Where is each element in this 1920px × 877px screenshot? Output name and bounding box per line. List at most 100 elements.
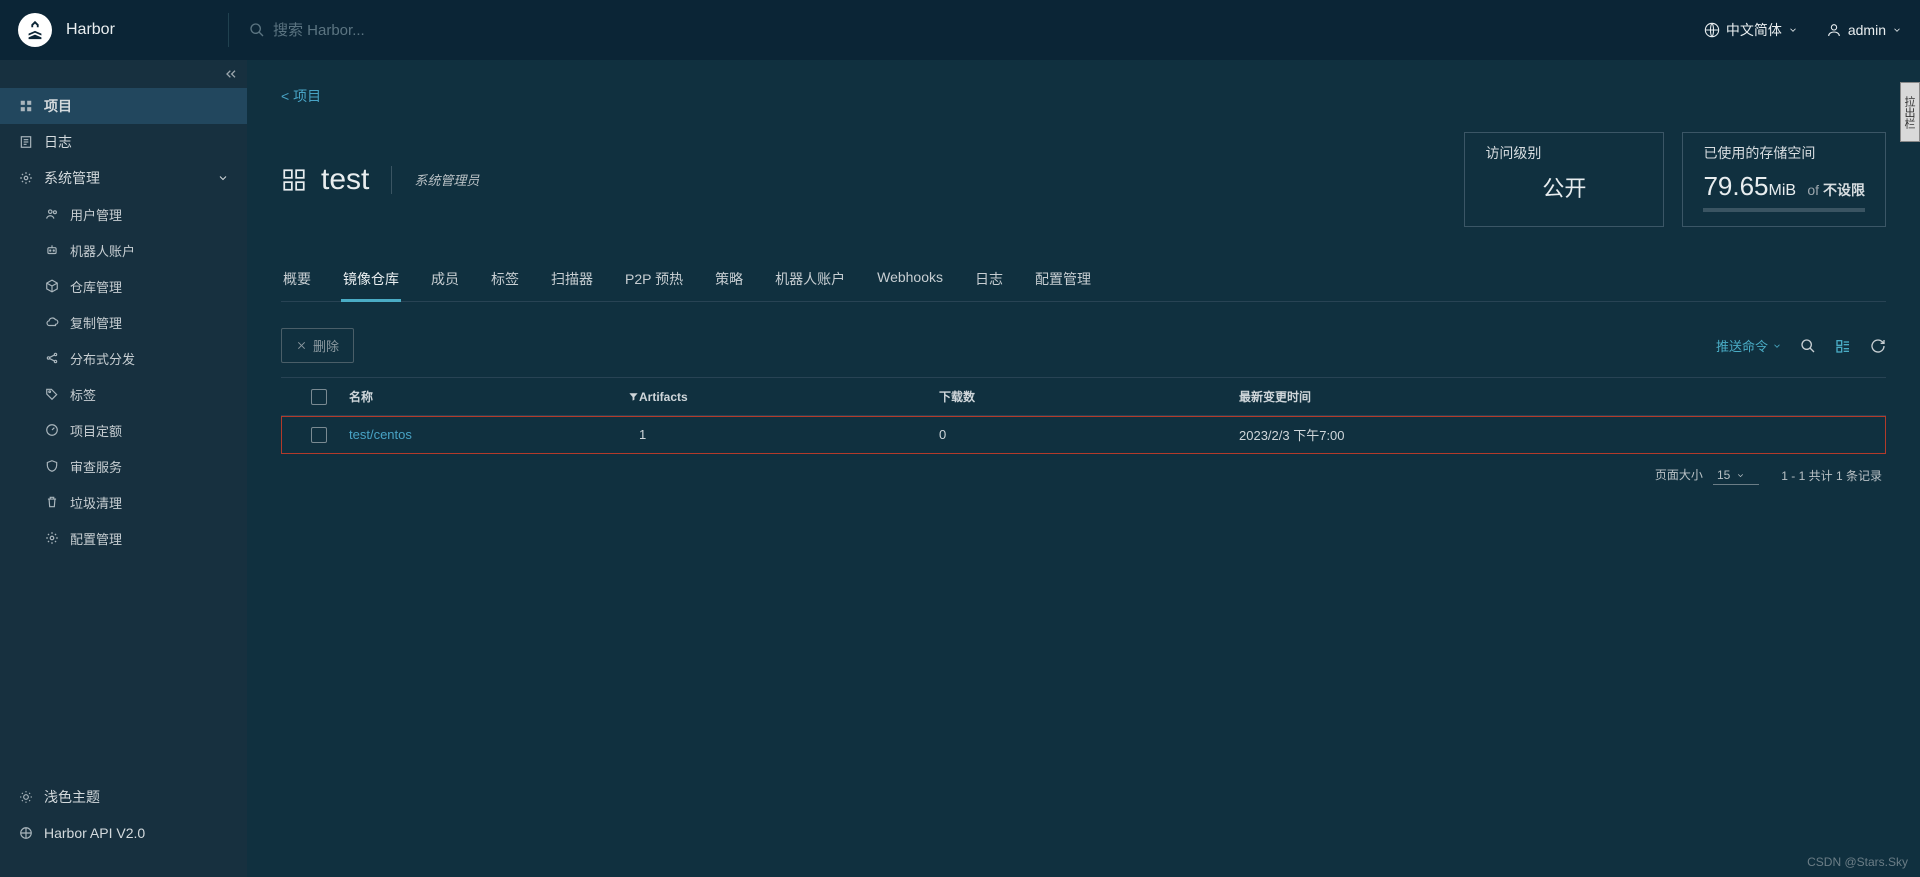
- page-size-select[interactable]: 15: [1713, 468, 1759, 485]
- sidebar-item-api[interactable]: Harbor API V2.0: [0, 815, 247, 851]
- tab-policy[interactable]: 策略: [713, 261, 745, 301]
- storage-bar: [1703, 208, 1865, 212]
- card-view-icon[interactable]: [1834, 338, 1852, 354]
- storage-of: of: [1807, 182, 1819, 198]
- access-level-card: 访问级别 公开: [1464, 132, 1664, 227]
- tab-scanner[interactable]: 扫描器: [549, 261, 595, 301]
- admin-icon: [18, 171, 34, 185]
- search-input[interactable]: [271, 21, 571, 40]
- table-row[interactable]: test/centos 1 0 2023/2/3 下午7:00: [281, 416, 1886, 454]
- sidebar-item-label: 项目定额: [70, 421, 122, 440]
- sidebar-item-administration[interactable]: 系统管理: [0, 160, 247, 196]
- sun-icon: [18, 790, 34, 804]
- search-icon: [249, 22, 265, 38]
- user-icon: [1826, 22, 1842, 38]
- language-switcher[interactable]: 中文简体: [1704, 20, 1798, 40]
- repo-link[interactable]: test/centos: [349, 427, 412, 442]
- language-label: 中文简体: [1726, 20, 1782, 40]
- tab-robots[interactable]: 机器人账户: [773, 261, 847, 301]
- product-name: Harbor: [66, 21, 115, 39]
- col-updated[interactable]: 最新变更时间: [1239, 388, 1311, 405]
- sidebar-item-replication[interactable]: 复制管理: [0, 304, 247, 340]
- sidebar-item-projects[interactable]: 项目: [0, 88, 247, 124]
- project-title: test: [281, 163, 369, 197]
- tab-webhooks[interactable]: Webhooks: [875, 261, 945, 301]
- col-artifacts[interactable]: Artifacts: [639, 390, 688, 404]
- sidebar-item-registries[interactable]: 仓库管理: [0, 268, 247, 304]
- user-menu[interactable]: admin: [1826, 22, 1902, 38]
- collapse-sidebar-icon[interactable]: [223, 66, 239, 82]
- user-label: admin: [1848, 22, 1886, 38]
- sidebar-item-label: 分布式分发: [70, 349, 135, 368]
- breadcrumb-back[interactable]: < 项目: [281, 88, 321, 104]
- filter-search-icon[interactable]: [1800, 338, 1816, 354]
- sidebar-item-label: 系统管理: [44, 168, 100, 188]
- header-separator: [228, 13, 229, 47]
- sidebar-item-users[interactable]: 用户管理: [0, 196, 247, 232]
- project-role: 系统管理员: [414, 170, 479, 189]
- watermark: CSDN @Stars.Sky: [1807, 855, 1908, 869]
- page-size-value: 15: [1717, 468, 1730, 482]
- push-command-dropdown[interactable]: 推送命令: [1716, 336, 1782, 355]
- tab-logs[interactable]: 日志: [973, 261, 1005, 301]
- robot-icon: [44, 243, 60, 257]
- app-header: Harbor 中文简体 admin: [0, 0, 1920, 60]
- tab-members[interactable]: 成员: [429, 261, 461, 301]
- sidebar-item-logs[interactable]: 日志: [0, 124, 247, 160]
- sidebar-item-distribution[interactable]: 分布式分发: [0, 340, 247, 376]
- tab-repositories[interactable]: 镜像仓库: [341, 261, 401, 302]
- row-artifacts: 1: [639, 427, 939, 442]
- select-all-checkbox[interactable]: [311, 389, 327, 405]
- tab-config[interactable]: 配置管理: [1033, 261, 1093, 301]
- storage-limit: 不设限: [1823, 182, 1865, 198]
- col-name[interactable]: 名称: [349, 388, 373, 405]
- cube-icon: [44, 279, 60, 293]
- sidebar-item-label: 机器人账户: [70, 241, 135, 260]
- api-icon: [18, 826, 34, 840]
- storage-unit: MiB: [1769, 182, 1797, 199]
- logs-icon: [18, 135, 34, 149]
- page-size-label: 页面大小: [1655, 468, 1703, 482]
- projects-icon: [18, 99, 34, 113]
- chevron-down-icon: [1772, 341, 1782, 351]
- brand[interactable]: Harbor: [18, 13, 208, 47]
- delete-button[interactable]: 删除: [281, 328, 354, 363]
- sidebar-item-labels[interactable]: 标签: [0, 376, 247, 412]
- user-group-icon: [44, 207, 60, 221]
- access-level-caption: 访问级别: [1485, 143, 1643, 163]
- main-content: < 项目 test 系统管理员 访问级别 公开 已使用的存储空间: [247, 60, 1920, 877]
- sidebar-item-label: 项目: [44, 96, 72, 116]
- filter-icon[interactable]: [628, 391, 639, 402]
- project-icon: [281, 167, 307, 193]
- sidebar-item-theme[interactable]: 浅色主题: [0, 779, 247, 815]
- trash-icon: [44, 495, 60, 509]
- table-header: 名称 Artifacts 下载数 最新变更时间: [281, 378, 1886, 416]
- sidebar-item-label: Harbor API V2.0: [44, 825, 145, 841]
- tab-summary[interactable]: 概要: [281, 261, 313, 301]
- sidebar-item-configuration[interactable]: 配置管理: [0, 520, 247, 556]
- sidebar-item-quotas[interactable]: 项目定额: [0, 412, 247, 448]
- col-downloads[interactable]: 下载数: [939, 388, 975, 405]
- tab-labels[interactable]: 标签: [489, 261, 521, 301]
- pagination: 页面大小 15 1 - 1 共计 1 条记录: [281, 454, 1886, 497]
- sidebar-item-gc[interactable]: 垃圾清理: [0, 484, 247, 520]
- refresh-icon[interactable]: [1870, 338, 1886, 354]
- tab-p2p[interactable]: P2P 预热: [623, 261, 685, 301]
- sidebar-item-label: 审查服务: [70, 457, 122, 476]
- project-tabs: 概要 镜像仓库 成员 标签 扫描器 P2P 预热 策略 机器人账户 Webhoo…: [281, 261, 1886, 302]
- chevron-down-icon: [1788, 25, 1798, 35]
- tag-icon: [44, 387, 60, 401]
- side-drawer-handle[interactable]: 拉出栏: [1900, 82, 1920, 142]
- global-search[interactable]: [249, 21, 571, 40]
- sidebar-item-robot-accounts[interactable]: 机器人账户: [0, 232, 247, 268]
- row-updated: 2023/2/3 下午7:00: [1239, 425, 1878, 444]
- sidebar-item-label: 配置管理: [70, 529, 122, 548]
- sidebar: 项目 日志 系统管理 用: [0, 60, 247, 877]
- sidebar-item-interrogation[interactable]: 审查服务: [0, 448, 247, 484]
- push-label: 推送命令: [1716, 336, 1768, 355]
- sidebar-item-label: 浅色主题: [44, 787, 100, 807]
- row-checkbox[interactable]: [311, 427, 327, 443]
- gauge-icon: [44, 423, 60, 437]
- page-range: 1 - 1 共计 1 条记录: [1781, 467, 1882, 484]
- sidebar-item-label: 标签: [70, 385, 96, 404]
